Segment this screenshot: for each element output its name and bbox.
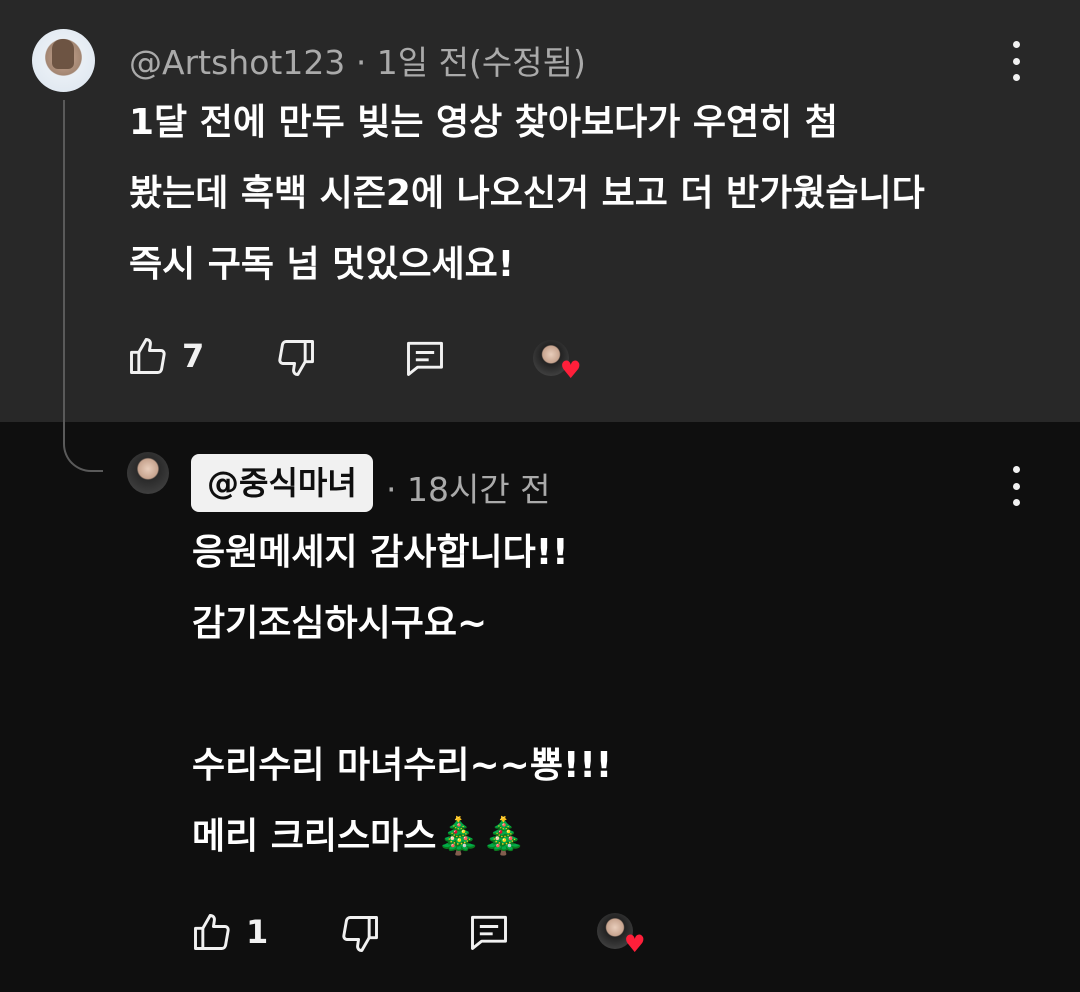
comment-time: · 1일 전(수정됨) bbox=[355, 43, 586, 82]
reply-heart-icon: ♥ bbox=[624, 930, 646, 958]
reply-line: 감기조심하시구요~ bbox=[192, 603, 488, 644]
comment-author[interactable]: @Artshot123 bbox=[129, 43, 345, 82]
comment-menu-icon[interactable] bbox=[1004, 41, 1028, 81]
comment-icon bbox=[471, 915, 507, 950]
comment-meta: @Artshot123 · 1일 전(수정됨) bbox=[129, 36, 586, 84]
thumbs-down-icon bbox=[278, 340, 314, 376]
reply-time: · 18시간 전 bbox=[386, 470, 551, 509]
reply-dislike-button[interactable] bbox=[338, 912, 382, 956]
comment-icon bbox=[407, 341, 443, 376]
comment-line: 즉시 구독 넘 멋있으세요! bbox=[129, 244, 515, 285]
heart-icon: ♥ bbox=[560, 356, 582, 384]
like-button[interactable]: 7 bbox=[126, 334, 204, 378]
reply-like-button[interactable]: 1 bbox=[190, 910, 268, 954]
reply-body: 응원메세지 감사합니다!! 감기조심하시구요~ 수리수리 마녀수리~~뿅!!! … bbox=[192, 517, 612, 872]
reply-reply-button[interactable] bbox=[466, 910, 512, 954]
reply-line: 수리수리 마녀수리~~뿅!!! bbox=[192, 745, 613, 786]
comment-line: 1달 전에 만두 빚는 영상 찾아보다가 우연히 첨 bbox=[129, 102, 838, 143]
reply-author-chip[interactable]: @중식마녀 bbox=[191, 454, 373, 512]
reply-like-count: 1 bbox=[246, 913, 269, 951]
commenter-avatar[interactable] bbox=[32, 29, 95, 92]
thumbs-down-icon bbox=[342, 916, 378, 952]
reply-menu-icon[interactable] bbox=[1004, 466, 1028, 506]
reply-line: 메리 크리스마스🎄🎄 bbox=[192, 816, 527, 857]
thumbs-up-icon bbox=[130, 338, 166, 374]
thread-connector bbox=[63, 100, 103, 472]
reply-button[interactable] bbox=[402, 336, 448, 380]
like-count: 7 bbox=[182, 337, 205, 375]
comment-line: 봤는데 흑백 시즌2에 나오신거 보고 더 반가웠습니다 bbox=[129, 173, 925, 214]
reply-line bbox=[192, 659, 612, 730]
thumbs-up-icon bbox=[194, 914, 230, 950]
reply-line: 응원메세지 감사합니다!! bbox=[192, 532, 569, 573]
dislike-button[interactable] bbox=[274, 336, 318, 380]
comment-body: 1달 전에 만두 빚는 영상 찾아보다가 우연히 첨 봤는데 흑백 시즌2에 나… bbox=[129, 87, 925, 300]
reply-avatar[interactable] bbox=[127, 452, 169, 494]
